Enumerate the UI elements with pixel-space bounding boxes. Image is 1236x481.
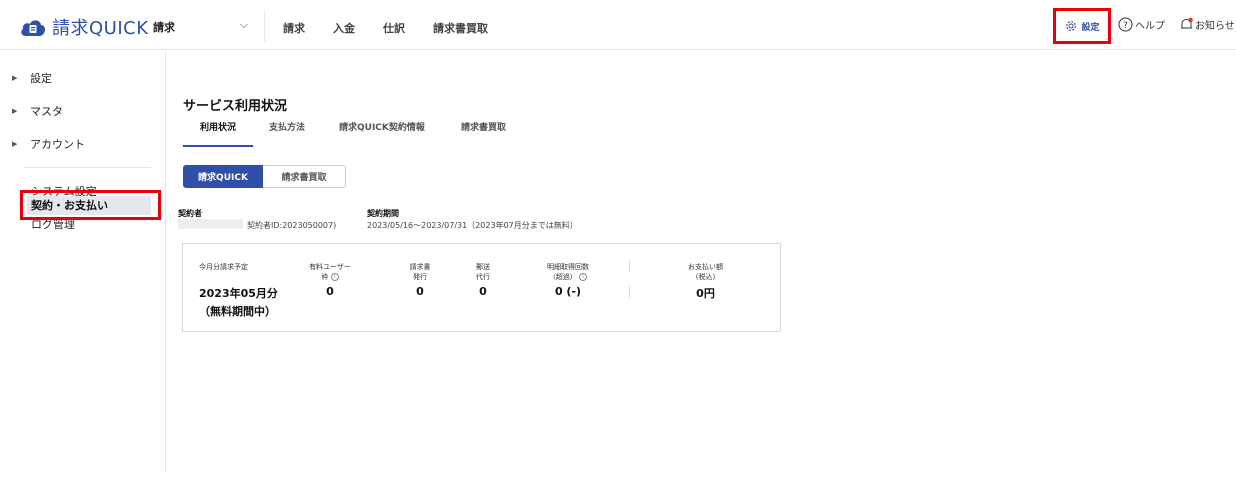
page-title: サービス利用状況 — [183, 99, 288, 114]
sidebar-group-account[interactable]: ▶ アカウント — [8, 133, 166, 155]
svg-text:?: ? — [1123, 21, 1128, 31]
contractor-label: 契約者 — [178, 209, 202, 218]
mail-label-2: 代行 — [476, 273, 490, 281]
top-header: 請求QUICK 請求 ⌵ 請求 入金 仕訳 請求書買取 設定 ? ヘルプ お知ら… — [0, 0, 1236, 50]
segment-invoice-factoring[interactable]: 請求書買取 — [263, 165, 346, 188]
contractor-name-redacted — [178, 219, 243, 229]
info-icon[interactable]: i — [330, 273, 339, 281]
fetch-value: 0 (-) — [554, 285, 582, 298]
app-logo[interactable]: 請求QUICK — [20, 14, 149, 40]
sidebar-group-label: アカウント — [30, 138, 85, 151]
paid-users-stat: 有料ユーザー 枠 i 0 — [305, 262, 355, 298]
header-divider — [264, 10, 265, 42]
fetch-label: 明細取得回数 — [547, 263, 589, 271]
tab-usage[interactable]: 利用状況 — [200, 120, 236, 133]
sidebar-divider — [24, 167, 151, 168]
paid-users-label: 有料ユーザー — [309, 263, 351, 271]
caret-right-icon: ▶ — [12, 140, 18, 148]
sidebar-group-label: 設定 — [30, 72, 52, 85]
help-label: ヘルプ — [1135, 21, 1165, 32]
sidebar: ▶ 設定 ▶ マスタ ▶ アカウント システム設定 ログ管理 — [8, 51, 166, 472]
mail-label: 郵送 — [476, 263, 490, 271]
help-button[interactable]: ? ヘルプ — [1118, 17, 1165, 32]
issue-label-2: 発行 — [413, 273, 427, 281]
mail-service-stat: 郵送 代行 0 — [458, 262, 508, 298]
nav-invoice[interactable]: 請求 — [283, 20, 305, 36]
settings-label: 設定 — [1081, 22, 1100, 33]
company-select[interactable]: 請求 ⌵ — [153, 18, 248, 36]
notice-label: お知らせ — [1195, 21, 1235, 32]
summary-divider — [629, 286, 630, 298]
contract-period-value: 2023/05/16〜2023/07/31（2023年07月分までは無料） — [367, 221, 578, 230]
payment-label: お支払い額 — [688, 263, 723, 271]
gear-icon — [1066, 21, 1077, 31]
caret-right-icon: ▶ — [12, 74, 18, 82]
mail-value: 0 — [479, 285, 487, 298]
payment-value: 0円 — [696, 287, 715, 300]
main-nav: 請求 入金 仕訳 請求書買取 — [283, 20, 516, 36]
paid-users-label-2: 枠 — [321, 273, 329, 281]
fetch-label-2: （超過） — [548, 273, 577, 281]
nav-invoice-factoring[interactable]: 請求書買取 — [433, 20, 488, 36]
sidebar-group-master[interactable]: ▶ マスタ — [8, 100, 166, 122]
usage-summary-card: 今月分請求予定 2023年05月分 （無料期間中） 有料ユーザー 枠 i 0 請… — [182, 243, 781, 332]
app-name: 請求QUICK — [52, 18, 149, 39]
payment-label-2: (税込) — [695, 273, 716, 281]
free-period-note: （無料期間中） — [199, 305, 276, 318]
billing-schedule: 今月分請求予定 2023年05月分 （無料期間中） — [199, 262, 278, 319]
sidebar-item-contract-payment[interactable]: 契約・お支払い — [20, 190, 161, 220]
info-icon[interactable]: i — [579, 273, 588, 281]
cloud-document-icon — [21, 20, 45, 36]
company-name: 請求 — [153, 21, 175, 34]
sidebar-group-label: マスタ — [30, 105, 63, 118]
sidebar-item-label: 契約・お支払い — [31, 199, 108, 212]
billing-month: 2023年05月分 — [199, 287, 278, 300]
settings-button[interactable]: 設定 — [1053, 8, 1111, 44]
issue-value: 0 — [416, 285, 424, 298]
tab-contract-info[interactable]: 請求QUICK契約情報 — [339, 120, 425, 133]
chevron-down-icon: ⌵ — [239, 18, 248, 31]
tab-invoice-factoring[interactable]: 請求書買取 — [461, 120, 506, 133]
nav-journal[interactable]: 仕訳 — [383, 20, 405, 36]
invoice-issue-stat: 請求書 発行 0 — [395, 262, 445, 298]
contractor-id: 契約者ID:2023050007) — [247, 221, 337, 230]
tab-payment-method[interactable]: 支払方法 — [269, 120, 305, 133]
statement-fetch-stat: 明細取得回数 （超過） i 0 (-) — [528, 262, 608, 298]
active-tab-underline — [183, 145, 253, 147]
sidebar-group-settings[interactable]: ▶ 設定 — [8, 67, 166, 89]
service-toggle: 請求QUICK 請求書買取 — [183, 165, 346, 188]
nav-payment-received[interactable]: 入金 — [333, 20, 355, 36]
issue-label: 請求書 — [409, 263, 431, 271]
scheduled-label: 今月分請求予定 — [199, 263, 248, 271]
segment-seikyu-quick[interactable]: 請求QUICK — [183, 165, 263, 188]
payment-amount-stat: お支払い額 (税込) 0円 — [668, 262, 743, 301]
caret-right-icon: ▶ — [12, 107, 18, 115]
contract-period-label: 契約期間 — [367, 209, 399, 218]
notice-button[interactable]: お知らせ — [1179, 17, 1235, 32]
summary-divider — [629, 260, 630, 272]
bell-icon — [1181, 17, 1193, 29]
help-icon: ? — [1118, 17, 1133, 32]
paid-users-value: 0 — [326, 285, 334, 298]
